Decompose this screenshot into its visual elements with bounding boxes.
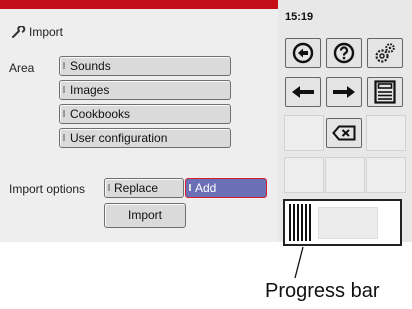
annotation-leader-line [294, 246, 304, 279]
annotation-label: Progress bar [265, 280, 380, 302]
